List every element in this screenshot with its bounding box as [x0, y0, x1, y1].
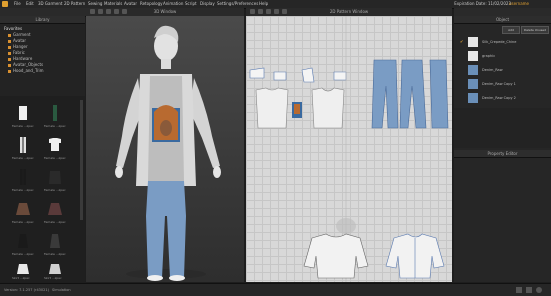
- checkmark-icon: ✔: [460, 39, 464, 44]
- object-browser-panel: Object Add Delete Unused ✔ Silk_Crepede_…: [454, 16, 551, 282]
- expiration-date: Expiration Date: 11/02/2023: [454, 1, 511, 6]
- garment-thumbnail[interactable]: [14, 104, 32, 122]
- version-label: Version: 7.1.257 (r43021): [4, 288, 49, 292]
- fabric-swatch: [468, 37, 478, 47]
- fabric-row[interactable]: Denim_Raw: [458, 64, 546, 76]
- add-fabric-button[interactable]: Add: [502, 26, 520, 34]
- fabric-name: graphic: [482, 54, 496, 58]
- username[interactable]: username: [509, 0, 529, 8]
- library-item-garment[interactable]: Garment: [8, 32, 31, 37]
- folder-icon: [8, 33, 11, 37]
- garment-thumbnail[interactable]: [46, 168, 64, 186]
- 3d-viewport[interactable]: [86, 16, 244, 282]
- library-item-avatar[interactable]: Avatar: [8, 38, 26, 43]
- status-bar: Version: 7.1.257 (r43021) Simulation: [0, 283, 551, 296]
- property-editor-header: Property Editor: [454, 150, 551, 158]
- object-browser-header: Object: [454, 16, 551, 24]
- grid-icon[interactable]: [526, 287, 532, 293]
- library-item-label: Skirt ...zpac: [44, 276, 62, 280]
- 2d-pattern-canvas[interactable]: [246, 16, 452, 282]
- fabric-row[interactable]: ✔ Silk_Crepede_Chine: [458, 36, 546, 48]
- settings-icon[interactable]: [536, 287, 542, 293]
- library-item-label: Female ...zpac: [44, 252, 66, 256]
- pattern-pieces: [249, 16, 449, 282]
- menu-materials[interactable]: Materials: [104, 0, 122, 8]
- folder-icon: [8, 63, 11, 67]
- library-item-hanger[interactable]: Hanger: [8, 44, 28, 49]
- garment-thumbnail[interactable]: [46, 232, 64, 250]
- fabric-swatch: [468, 51, 478, 61]
- simulation-label: Simulation: [52, 288, 71, 292]
- library-grid: Female ...zpac Female ...zpac Female ...…: [0, 96, 85, 282]
- property-editor: [454, 158, 551, 282]
- library-item-label: Female ...zpac: [12, 156, 34, 160]
- fabric-row[interactable]: graphic: [458, 50, 546, 62]
- folder-icon: [8, 69, 11, 73]
- library-item-label: Female ...zpac: [44, 220, 66, 224]
- menu-edit[interactable]: Edit: [26, 0, 34, 8]
- library-item-avatar-objects[interactable]: Avatar_Objects: [8, 62, 43, 67]
- menu-help[interactable]: Help: [259, 0, 268, 8]
- library-item-label: Female ...zpac: [44, 124, 66, 128]
- library-item-hardware[interactable]: Hardware: [8, 56, 32, 61]
- menu-retopology[interactable]: Retopology: [140, 0, 163, 8]
- menu-2d-pattern[interactable]: 2D Pattern: [64, 0, 85, 8]
- library-item-label: Female ...zpac: [12, 252, 34, 256]
- library-item-fabric[interactable]: Fabric: [8, 50, 25, 55]
- menu-avatar[interactable]: Avatar: [124, 0, 137, 8]
- library-item-label: Female ...zpac: [44, 188, 66, 192]
- library-item-hood-and-trim[interactable]: Hood_and_Trim: [8, 68, 43, 73]
- garment-thumbnail[interactable]: [14, 232, 32, 250]
- library-panel: Library Favorites Garment Avatar Hanger …: [0, 16, 85, 282]
- fabric-swatch: [468, 65, 478, 75]
- 2d-window-header: 2D Pattern Window: [329, 9, 369, 14]
- 3d-window-header: 3D Window: [153, 9, 177, 14]
- folder-icon: [8, 57, 11, 61]
- garment-thumbnail[interactable]: [46, 104, 64, 122]
- ruler-icon[interactable]: [516, 287, 522, 293]
- fabric-swatch: [468, 93, 478, 103]
- garment-thumbnail[interactable]: [14, 136, 32, 154]
- menu-sewing[interactable]: Sewing: [88, 0, 102, 8]
- menu-animation[interactable]: Animation: [163, 0, 183, 8]
- library-scrollbar[interactable]: [80, 100, 83, 220]
- folder-icon: [8, 39, 11, 43]
- menu-settings[interactable]: Settings/Preferences: [217, 0, 258, 8]
- library-item-label: Female ...zpac: [12, 124, 34, 128]
- favorites-label[interactable]: Favorites: [4, 26, 22, 31]
- menu-display[interactable]: Display: [200, 0, 215, 8]
- folder-icon: [8, 51, 11, 55]
- fabric-name: Denim_Raw Copy 2: [482, 96, 516, 100]
- garment-thumbnail[interactable]: [14, 200, 32, 218]
- fabric-name: Denim_Raw: [482, 68, 503, 72]
- app-logo-icon: [2, 1, 8, 7]
- menu-script[interactable]: Script: [185, 0, 197, 8]
- folder-icon: [8, 45, 11, 49]
- library-item-label: Skirt ...zpac: [12, 276, 30, 280]
- fabric-swatch: [468, 79, 478, 89]
- garment-thumbnail[interactable]: [46, 136, 64, 154]
- library-item-label: Female ...zpac: [44, 156, 66, 160]
- delete-unused-button[interactable]: Delete Unused: [521, 26, 549, 34]
- garment-thumbnail[interactable]: [46, 200, 64, 218]
- menu-file[interactable]: File: [14, 0, 21, 8]
- fabric-row[interactable]: Denim_Raw Copy 2: [458, 92, 546, 104]
- garment-thumbnail[interactable]: [14, 168, 32, 186]
- menu-3d-garment[interactable]: 3D Garment: [38, 0, 62, 8]
- library-item-label: Female ...zpac: [12, 220, 34, 224]
- fabric-row[interactable]: Denim_Raw Copy 1: [458, 78, 546, 90]
- fabric-name: Denim_Raw Copy 1: [482, 82, 516, 86]
- object-browser-empty-area: [454, 108, 551, 148]
- avatar-model: [115, 25, 221, 281]
- fabric-name: Silk_Crepede_Chine: [482, 40, 517, 44]
- library-item-label: Female ...zpac: [12, 188, 34, 192]
- library-header: Library: [0, 16, 85, 24]
